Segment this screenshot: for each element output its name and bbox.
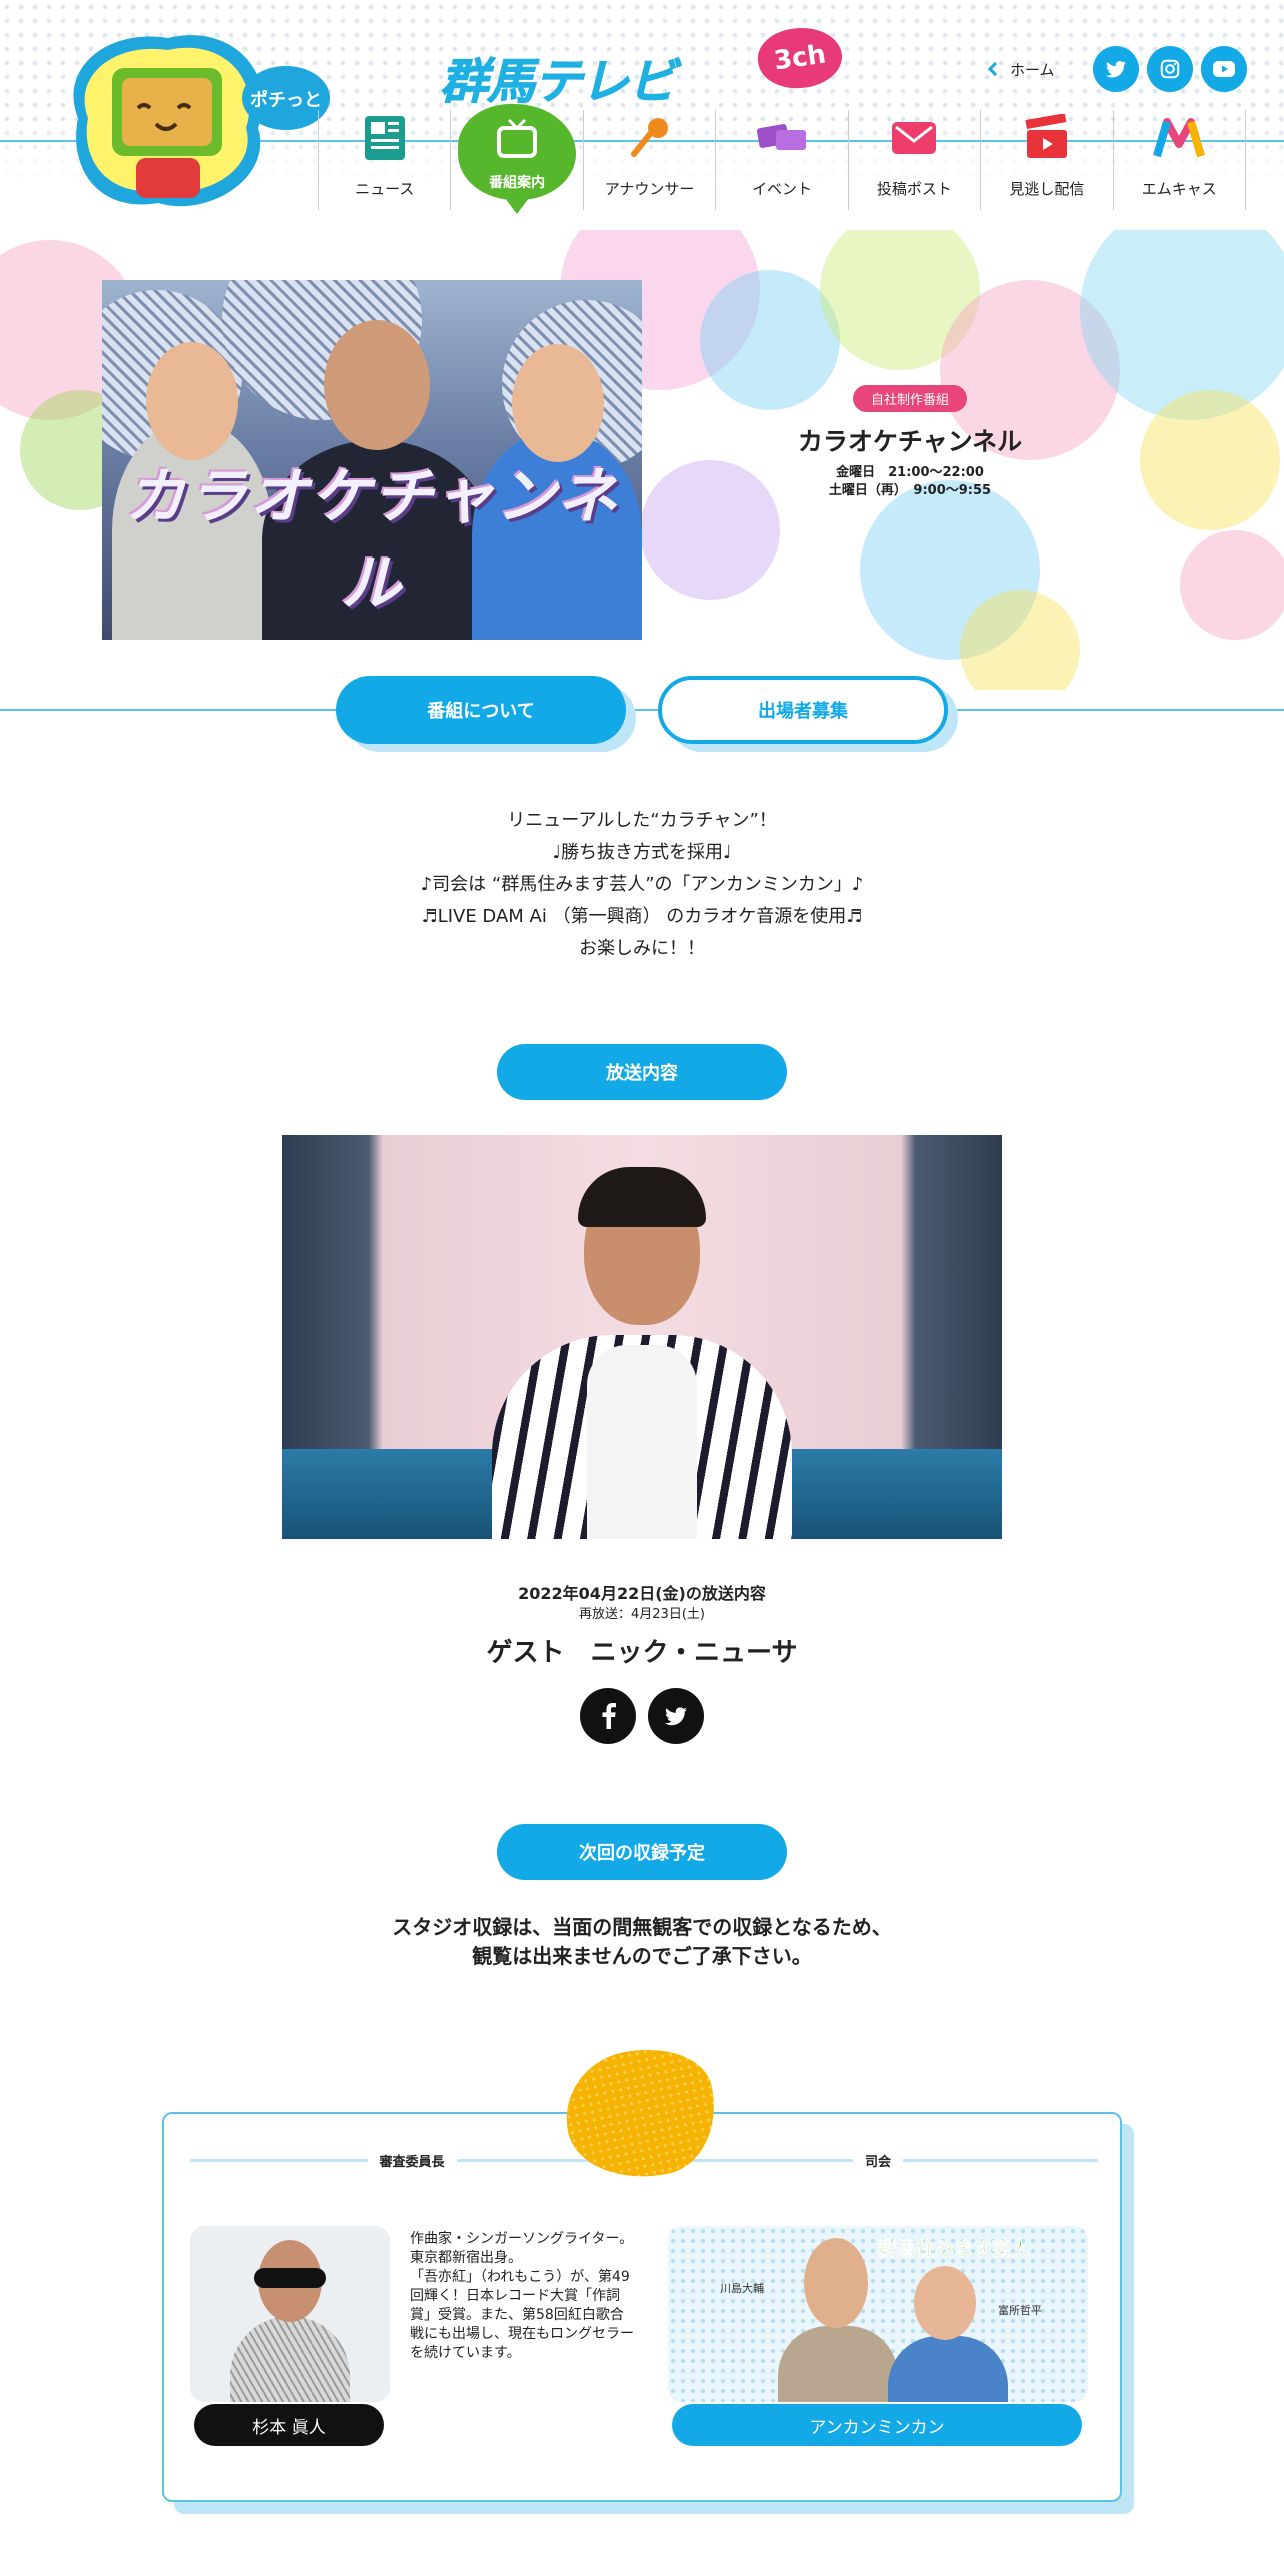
site-header: ポチっと 群馬テレビ 3ch ホーム ニュース 番組案内 アナウンサー イベント… [0, 0, 1284, 230]
guest-shirt [587, 1345, 697, 1539]
schedule-friday: 金曜日 21:00～22:00 [836, 465, 984, 480]
clapperboard-icon [1025, 114, 1067, 158]
nav-label: 番組案内 [489, 175, 546, 191]
tv-icon [497, 118, 538, 158]
mascot-logo[interactable]: ポチっと [58, 28, 338, 218]
host-member-head [804, 2238, 868, 2328]
person-left-head [146, 342, 238, 460]
host-member-body [778, 2326, 898, 2402]
nav-item-announcer[interactable]: アナウンサー [582, 110, 715, 210]
youtube-button[interactable] [1200, 46, 1247, 92]
nav-item-catchup[interactable]: 見逃し配信 [980, 110, 1112, 210]
nav-item-mcas[interactable]: エムキャス [1112, 110, 1246, 210]
nav-label: 投稿ポスト [876, 180, 952, 198]
program-key-visual: カラオケチャンネル [102, 280, 642, 640]
nav-item-program-guide[interactable]: 番組案内 [450, 104, 582, 214]
host-member-body [888, 2336, 1008, 2402]
mcas-icon [1153, 118, 1206, 158]
divider-line [190, 2158, 368, 2162]
schedule-saturday-rerun: 土曜日（再） 9:00～9:55 [828, 483, 992, 498]
site-logo[interactable]: 群馬テレビ 3ch [439, 22, 850, 112]
program-intro: リニューアルした“カラチャン”！ ♩勝ち抜き方式を採用♩ ♪司会は “群馬住みま… [0, 805, 1284, 965]
episode-photo [282, 1135, 1002, 1539]
bokeh-decoration [1180, 530, 1284, 640]
program-title: カラオケチャンネル [797, 427, 1023, 456]
mascot-text: ポチっと [250, 89, 322, 111]
notice-line: スタジオ収録は、当面の間無観客での収録となるため、 [392, 1915, 892, 1939]
program-info: 自社制作番組 カラオケチャンネル 金曜日 21:00～22:00 土曜日（再） … [740, 385, 1080, 500]
host-member-head [914, 2266, 976, 2340]
judge-bio: 作曲家・シンガーソングライター。 東京都新宿出身。 「吾亦紅」（われもこう）が、… [410, 2231, 634, 2361]
in-house-badge: 自社制作番組 [852, 385, 967, 412]
header-utility: ホーム [987, 44, 1247, 94]
program-hero: カラオケチャンネル 自社制作番組 カラオケチャンネル 金曜日 21:00～22:… [0, 230, 1284, 690]
notice-line: 観覧は出来ませんのでご了承下さい。 [472, 1944, 812, 1968]
broadcast-content-heading: 放送内容 [497, 1044, 787, 1100]
facebook-icon [602, 1703, 616, 1729]
chevron-left-icon [987, 61, 1003, 77]
home-link[interactable]: ホーム [987, 59, 1055, 80]
intro-line: ♪司会は “群馬住みます芸人”の「アンカンミンカン」♪ [420, 874, 864, 895]
logo-channel-badge: 3ch [754, 22, 846, 94]
host-member-label: 富所哲平 [998, 2304, 1042, 2317]
host-photo: 群馬住みます芸人 川島大輔 富所哲平 [668, 2226, 1088, 2402]
host-heading: 司会 [658, 2150, 1099, 2170]
facebook-share-button[interactable] [580, 1688, 636, 1744]
twitter-button[interactable] [1092, 46, 1139, 92]
tabs-divider [0, 709, 1284, 711]
judge-heading: 審査委員長 [190, 2150, 635, 2170]
person-right-head [512, 344, 604, 462]
key-visual-title: カラオケチャンネル [124, 462, 620, 619]
host-name: アンカンミンカン [672, 2404, 1082, 2446]
person-center-head [324, 320, 430, 450]
global-nav: ニュース 番組案内 アナウンサー イベント 投稿ポスト 見逃し配信 エムキャス [318, 104, 1246, 214]
judge-photo [190, 2226, 390, 2402]
nav-item-event[interactable]: イベント [715, 110, 847, 210]
tab-about-program[interactable]: 番組について [336, 676, 626, 744]
judge-role-label: 審査委員長 [379, 2154, 445, 2170]
divider-line [903, 2158, 1099, 2162]
host-member-label: 川島大輔 [720, 2282, 764, 2295]
nav-label: アナウンサー [604, 180, 695, 198]
judge-name: 杉本 眞人 [194, 2404, 384, 2446]
nav-label: エムキャス [1141, 180, 1217, 198]
episode-rerun: 再放送：4月23日(土) [579, 1607, 705, 1622]
nav-label: 見逃し配信 [1009, 180, 1085, 198]
nav-item-news[interactable]: ニュース [318, 110, 450, 210]
bokeh-decoration [1140, 390, 1280, 530]
instagram-button[interactable] [1146, 46, 1193, 92]
episode-guest: ゲスト ニック・ニューサ [486, 1638, 798, 1668]
intro-line: ♬LIVE DAM Ai （第一興商） のカラオケ音源を使用♬ [421, 906, 863, 927]
twitter-share-button[interactable] [648, 1688, 704, 1744]
host-photo-caption: 群馬住みます芸人 [878, 2238, 1031, 2261]
news-icon [364, 116, 405, 160]
twitter-icon [665, 1707, 687, 1726]
nav-label: ニュース [355, 180, 415, 198]
microphone-icon [630, 118, 668, 157]
intro-line: ♩勝ち抜き方式を採用♩ [552, 842, 732, 863]
program-tabs: 番組について 出場者募集 [0, 672, 1284, 748]
episode-date: 2022年04月22日(金)の放送内容 [518, 1584, 766, 1603]
intro-line: リニューアルした“カラチャン”！ [507, 810, 777, 831]
next-recording-heading: 次回の収録予定 [497, 1824, 787, 1880]
host-role-label: 司会 [865, 2154, 892, 2170]
nav-item-post[interactable]: 投稿ポスト [847, 110, 980, 210]
recording-notice: スタジオ収録は、当面の間無観客での収録となるため、 観覧は出来ませんのでご了承下… [0, 1913, 1284, 1971]
share-buttons [580, 1688, 704, 1744]
instagram-icon [1160, 59, 1179, 79]
mail-icon [892, 122, 937, 154]
ticket-icon [756, 124, 806, 150]
judge-sunglasses [254, 2268, 326, 2288]
nav-label: イベント [751, 180, 812, 198]
home-link-label: ホーム [1010, 60, 1055, 79]
logo-text: 群馬テレビ [439, 54, 676, 111]
intro-line: お楽しみに！！ [579, 938, 705, 959]
judge-body [230, 2316, 350, 2402]
tab-contestant-recruitment[interactable]: 出場者募集 [658, 676, 948, 744]
twitter-icon [1105, 61, 1126, 78]
guest-hair [578, 1167, 706, 1227]
youtube-icon [1212, 61, 1235, 77]
